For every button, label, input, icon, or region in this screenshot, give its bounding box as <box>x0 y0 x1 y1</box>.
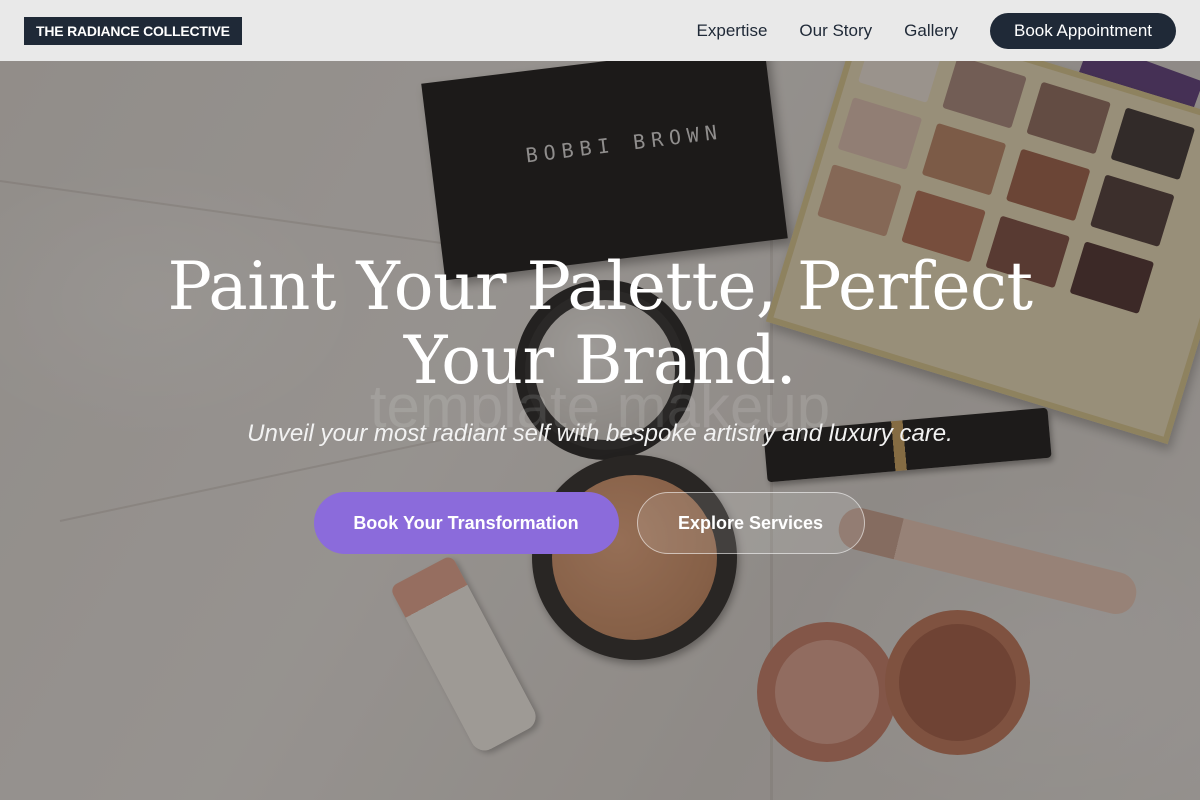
nav-link-our-story[interactable]: Our Story <box>799 21 872 41</box>
book-transformation-button[interactable]: Book Your Transformation <box>313 492 619 554</box>
hero-actions: Book Your Transformation Explore Service… <box>0 492 1200 554</box>
main-nav: Expertise Our Story Gallery Book Appoint… <box>697 12 1176 49</box>
book-appointment-button[interactable]: Book Appointment <box>990 12 1176 49</box>
hero-content: template makeup Paint Your Palette, Perf… <box>0 240 1200 554</box>
nav-link-expertise[interactable]: Expertise <box>697 21 768 41</box>
hero-headline: Paint Your Palette, Perfect Your Brand. <box>167 248 1033 399</box>
nav-link-gallery[interactable]: Gallery <box>904 21 958 41</box>
site-logo[interactable]: THE RADIANCE COLLECTIVE <box>24 16 242 45</box>
hero-subtitle: Unveil your most radiant self with bespo… <box>247 420 953 447</box>
explore-services-button[interactable]: Explore Services <box>636 492 865 554</box>
site-header: THE RADIANCE COLLECTIVE Expertise Our St… <box>0 0 1200 61</box>
